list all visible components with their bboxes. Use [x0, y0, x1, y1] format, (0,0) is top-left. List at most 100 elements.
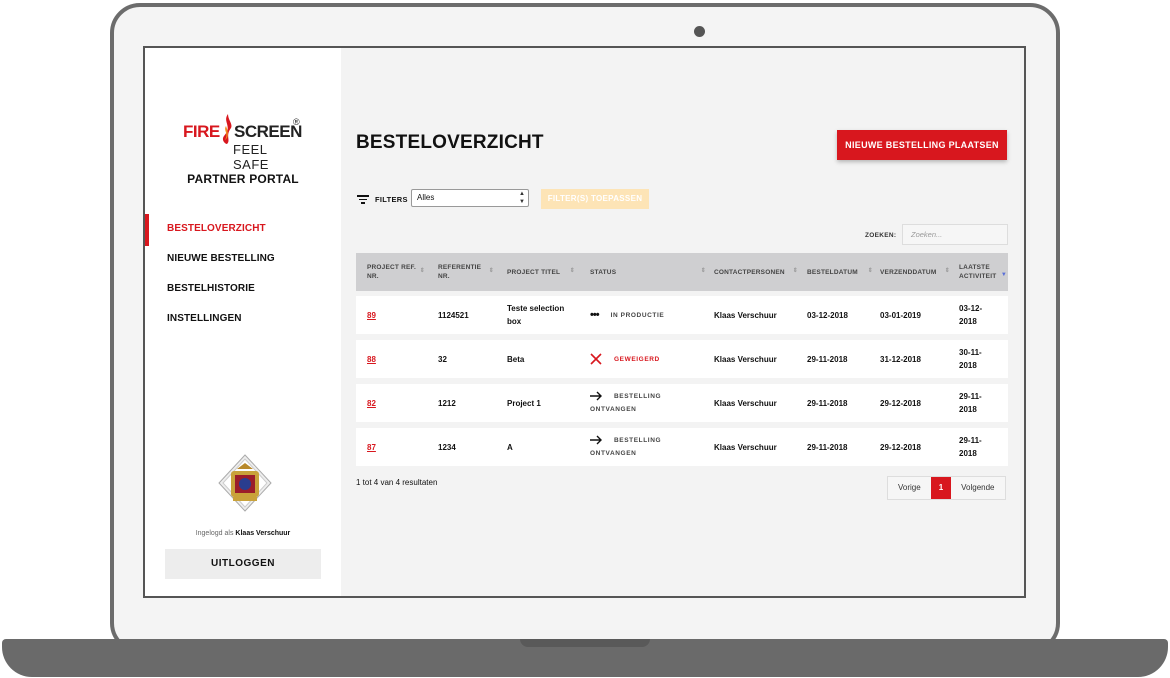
status-text: IN PRODUCTIE	[610, 311, 665, 319]
status-text: GEWEIGERD	[614, 355, 660, 363]
new-order-button[interactable]: NIEUWE BESTELLING PLAATSEN	[837, 130, 1007, 160]
firescreen-logo: FIRE SCREEN ® FEEL SAFE	[183, 114, 303, 172]
project-ref-link[interactable]: 88	[367, 340, 376, 378]
sort-icon: ⇕	[419, 268, 425, 274]
result-count: 1 tot 4 van 4 resultaten	[356, 478, 438, 487]
contact-cell: Klaas Verschuur	[714, 310, 777, 320]
th-status[interactable]: STATUS ⇕	[590, 253, 706, 291]
th-label: PROJECT TITEL	[507, 268, 561, 276]
prev-page-button[interactable]: Vorige	[888, 477, 931, 499]
arrow-right-icon	[590, 435, 602, 445]
th-project-ref[interactable]: PROJECT REF. NR. ⇕	[367, 253, 425, 291]
current-page-button[interactable]: 1	[930, 477, 952, 499]
contact-cell: Klaas Verschuur	[714, 442, 777, 452]
besteldatum-cell: 29-11-2018	[807, 398, 848, 408]
project-ref-link[interactable]: 89	[367, 296, 376, 334]
logged-in-prefix: Ingelogd als	[195, 530, 234, 537]
titel-cell: Project 1	[507, 398, 541, 408]
page-title: BESTELOVERZICHT	[356, 132, 544, 153]
dots-icon: •••	[590, 308, 600, 321]
th-label: BESTELDATUM	[807, 268, 858, 276]
sidebar-item-bestelhistorie[interactable]: BESTELHISTORIE	[145, 274, 341, 304]
th-verzenddatum[interactable]: VERZENDDATUM ⇕	[880, 253, 950, 291]
sidebar-item-nieuwe-bestelling[interactable]: NIEUWE BESTELLING	[145, 244, 341, 274]
sort-icon: ⇕	[867, 268, 873, 274]
contact-cell: Klaas Verschuur	[714, 354, 777, 364]
th-label: PROJECT REF. NR.	[367, 264, 416, 280]
referentie-cell: 1234	[438, 442, 456, 452]
verzenddatum-cell: 03-01-2019	[880, 310, 921, 320]
filter-select-value: Alles	[417, 193, 435, 202]
royal-crest-icon	[218, 454, 272, 512]
camera-icon	[694, 26, 705, 37]
sidebar-nav: BESTELOVERZICHT NIEUWE BESTELLING BESTEL…	[145, 214, 341, 334]
th-label: STATUS	[590, 268, 617, 276]
th-besteldatum[interactable]: BESTELDATUM ⇕	[807, 253, 873, 291]
flame-icon	[222, 114, 232, 144]
status-cell: BESTELLING ONTVANGEN	[590, 384, 700, 422]
search-label: ZOEKEN:	[865, 232, 897, 239]
registered-icon: ®	[293, 117, 300, 127]
sort-icon: ⇕	[944, 268, 950, 274]
logo-tagline: FEEL SAFE	[233, 142, 269, 172]
main-content: BESTELOVERZICHT NIEUWE BESTELLING PLAATS…	[341, 48, 1024, 596]
th-label: LAATSTE ACTIVITEIT	[959, 264, 997, 280]
search-input[interactable]: Zoeken...	[902, 224, 1008, 245]
besteldatum-cell: 03-12-2018	[807, 310, 848, 320]
table-row[interactable]: 87 1234 A BESTELLING ONTVANGEN Klaas Ver…	[356, 428, 1008, 466]
referentie-cell: 32	[438, 354, 447, 364]
th-activiteit[interactable]: LAATSTE ACTIVITEIT ▼	[959, 253, 1007, 291]
portal-label: PARTNER PORTAL	[187, 172, 299, 186]
th-label: REFERENTIE NR.	[438, 264, 482, 280]
filter-select[interactable]: Alles ▲ ▼	[411, 189, 529, 207]
sidebar-item-besteloverzicht[interactable]: BESTELOVERZICHT	[145, 214, 341, 246]
activiteit-cell: 30-11-2018	[959, 348, 982, 370]
verzenddatum-cell: 29-12-2018	[880, 442, 921, 452]
sort-icon: ⇕	[569, 268, 575, 274]
pagination: Vorige 1 Volgende	[887, 476, 1006, 500]
arrow-right-icon	[590, 391, 602, 401]
sort-icon: ⇕	[488, 268, 494, 274]
referentie-cell: 1212	[438, 398, 456, 408]
logged-in-user: Klaas Verschuur	[235, 530, 291, 537]
select-arrows-icon: ▲ ▼	[519, 191, 525, 205]
x-icon	[590, 353, 602, 365]
status-cell: BESTELLING ONTVANGEN	[590, 428, 700, 466]
table-row[interactable]: 82 1212 Project 1 BESTELLING ONTVANGEN K…	[356, 384, 1008, 422]
apply-filters-button[interactable]: FILTER(S) TOEPASSEN	[541, 189, 649, 209]
app-screen: FIRE SCREEN ® FEEL SAFE PARTNER PORTAL B…	[143, 46, 1026, 598]
table-row[interactable]: 88 32 Beta GEWEIGERD Klaas Verschuur 29-…	[356, 340, 1008, 378]
th-referentie[interactable]: REFERENTIE NR. ⇕	[438, 253, 494, 291]
verzenddatum-cell: 31-12-2018	[880, 354, 921, 364]
besteldatum-cell: 29-11-2018	[807, 442, 848, 452]
sort-icon: ⇕	[792, 268, 798, 274]
project-ref-link[interactable]: 87	[367, 428, 376, 466]
activiteit-cell: 03-12-2018	[959, 304, 983, 326]
activiteit-cell: 29-11-2018	[959, 436, 982, 458]
project-ref-link[interactable]: 82	[367, 384, 376, 422]
referentie-cell: 1124521	[438, 310, 469, 320]
table-header: PROJECT REF. NR. ⇕ REFERENTIE NR. ⇕ PROJEC…	[356, 253, 1008, 291]
sort-desc-icon: ▼	[1000, 272, 1007, 278]
laptop-notch	[520, 639, 650, 647]
th-contact[interactable]: CONTACTPERSONEN ⇕	[714, 253, 798, 291]
titel-cell: A	[507, 442, 513, 452]
sidebar-item-instellingen[interactable]: INSTELLINGEN	[145, 304, 341, 334]
verzenddatum-cell: 29-12-2018	[880, 398, 921, 408]
table-row[interactable]: 89 1124521 Teste selection box ••• IN PR…	[356, 296, 1008, 334]
logo-fire-text: FIRE	[183, 122, 220, 141]
th-label: VERZENDDATUM	[880, 268, 937, 276]
logged-in-text: Ingelogd als Klaas Verschuur	[145, 530, 341, 537]
logout-button[interactable]: UITLOGGEN	[165, 549, 321, 579]
next-page-button[interactable]: Volgende	[951, 477, 1004, 499]
filters-label: FILTERS	[375, 195, 408, 204]
th-titel[interactable]: PROJECT TITEL ⇕	[507, 253, 575, 291]
status-cell: GEWEIGERD	[590, 340, 700, 378]
besteldatum-cell: 29-11-2018	[807, 354, 848, 364]
filter-icon	[357, 195, 369, 205]
th-label: CONTACTPERSONEN	[714, 268, 785, 276]
sidebar: FIRE SCREEN ® FEEL SAFE PARTNER PORTAL B…	[145, 48, 341, 596]
sort-icon: ⇕	[700, 268, 706, 274]
titel-cell: Beta	[507, 354, 525, 364]
contact-cell: Klaas Verschuur	[714, 398, 777, 408]
